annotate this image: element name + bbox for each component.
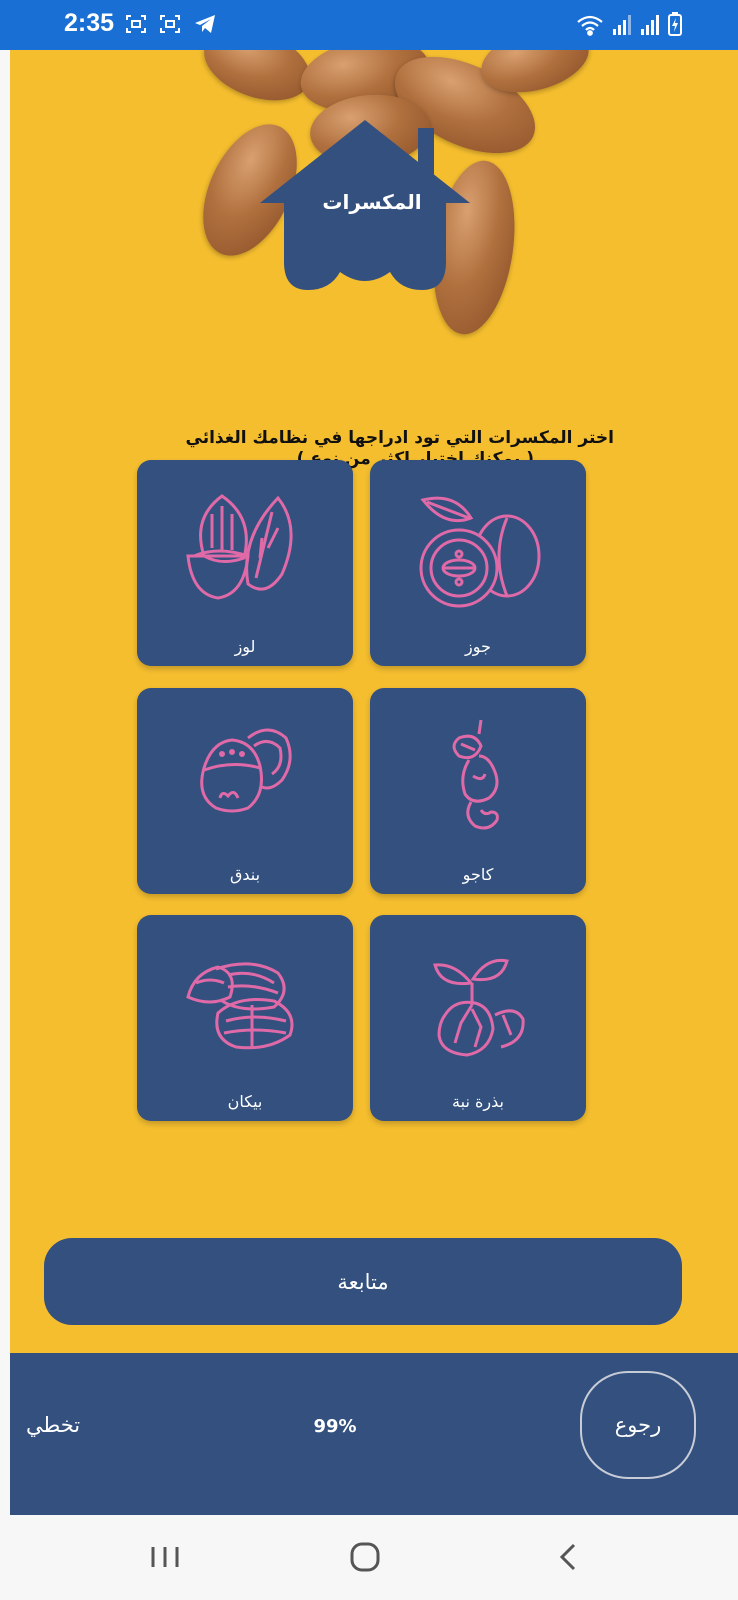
signal-icon [641,15,659,35]
app-screen: المكسرات اختر المكسرات التي تود ادراجها … [10,50,738,1515]
option-hazelnut[interactable]: بندق [137,688,353,894]
back-icon[interactable] [550,1537,590,1577]
option-seed[interactable]: بذرة نبة [370,915,586,1121]
seed-icon [433,958,525,1057]
telegram-icon [195,15,215,33]
option-almond[interactable]: لوز [137,460,353,666]
skip-button[interactable]: تخطي [26,1413,80,1437]
bottom-bar: تخطي 99% رجوع [10,1353,738,1515]
option-label: بيكان [227,1092,263,1111]
back-button[interactable]: رجوع [580,1371,696,1479]
system-nav-bar [0,1515,738,1600]
option-walnut[interactable]: جوز [370,460,586,666]
option-pecan[interactable]: بيكان [137,915,353,1121]
option-label: بذرة نبة [452,1092,504,1111]
progress-percent: 99% [313,1416,357,1437]
scan-icon [160,15,180,33]
scan-icon [126,15,146,33]
option-label: جوز [465,637,491,656]
instruction-line-1: اختر المكسرات التي تود ادراجها في نظامك … [185,428,615,448]
option-label: بندق [229,865,261,884]
hazelnut-icon [200,728,292,813]
cashew-icon [452,719,499,830]
wifi-icon [577,15,603,36]
almond-icon [186,494,293,600]
status-time: 2:35 [64,9,115,37]
option-label: لوز [234,637,256,656]
option-label: كاجو [462,865,494,884]
status-bar: 2:35 [0,0,738,50]
battery-icon [668,12,682,36]
signal-icon [613,15,631,35]
page-title: المكسرات [322,190,422,214]
walnut-icon [419,496,541,608]
home-icon[interactable] [345,1537,385,1577]
option-cashew[interactable]: كاجو [370,688,586,894]
recent-apps-icon[interactable] [145,1537,185,1577]
pecan-icon [186,962,294,1050]
continue-button[interactable]: متابعة [44,1238,682,1325]
